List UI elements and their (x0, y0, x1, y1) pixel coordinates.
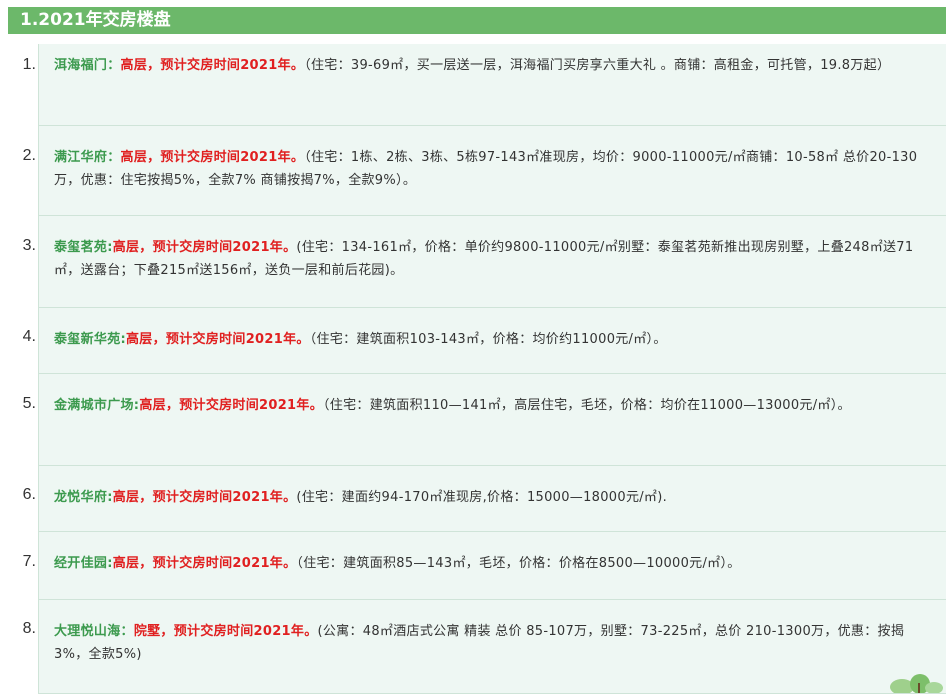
property-detail: （住宅：建筑面积103-143㎡，价格：均价约11000元/㎡）。 (309, 332, 667, 347)
property-name: 大理悦山海： (54, 624, 134, 639)
list-item: 泰玺新华苑:高层，预计交房时间2021年。（住宅：建筑面积103-143㎡，价格… (38, 308, 946, 374)
property-detail: (住宅：建面约94-170㎡准现房,价格：15000—18000元/㎡). (296, 490, 668, 505)
item-number: 5. (22, 395, 36, 412)
property-name: 泰玺茗苑: (54, 240, 113, 255)
item-text: 泰玺茗苑:高层，预计交房时间2021年。(住宅：134-161㎡，价格：单价约9… (54, 236, 932, 282)
item-text: 满江华府：高层，预计交房时间2021年。（住宅：1栋、2栋、3栋、5栋97-14… (54, 146, 932, 192)
delivery-info: 高层，预计交房时间2021年。 (120, 150, 305, 165)
property-name: 洱海福门： (54, 58, 121, 73)
property-name: 满江华府： (54, 150, 121, 165)
plant-decoration-icon (890, 674, 943, 693)
delivery-info: 高层，预计交房时间2021年。 (126, 332, 310, 347)
property-name: 经开佳园: (54, 556, 113, 571)
delivery-info: 高层，预计交房时间2021年。 (139, 398, 323, 413)
item-text: 经开佳园:高层，预计交房时间2021年。（住宅：建筑面积85—143㎡，毛坯，价… (54, 552, 932, 575)
item-text: 金满城市广场:高层，预计交房时间2021年。（住宅：建筑面积110—141㎡，高… (54, 394, 932, 417)
item-number: 3. (22, 237, 36, 254)
item-number: 1. (22, 56, 36, 73)
list-item: 满江华府：高层，预计交房时间2021年。（住宅：1栋、2栋、3栋、5栋97-14… (38, 126, 946, 216)
item-number: 8. (22, 620, 36, 637)
list-item: 大理悦山海：院墅，预计交房时间2021年。(公寓：48㎡酒店式公寓 精装 总价 … (38, 600, 946, 694)
property-list: 1. 洱海福门：高层，预计交房时间2021年。（住宅：39-69㎡，买一层送一层… (0, 34, 948, 694)
property-name: 龙悦华府: (54, 490, 113, 505)
list-item: 龙悦华府:高层，预计交房时间2021年。(住宅：建面约94-170㎡准现房,价格… (38, 466, 946, 532)
property-name: 泰玺新华苑: (54, 332, 126, 347)
item-text: 龙悦华府:高层，预计交房时间2021年。(住宅：建面约94-170㎡准现房,价格… (54, 486, 932, 509)
delivery-info: 高层，预计交房时间2021年。 (120, 58, 305, 73)
section-header: 1.2021年交房楼盘 (8, 7, 946, 34)
section-title: 1.2021年交房楼盘 (20, 10, 171, 30)
item-text: 泰玺新华苑:高层，预计交房时间2021年。（住宅：建筑面积103-143㎡，价格… (54, 328, 932, 351)
delivery-info: 院墅，预计交房时间2021年。 (133, 624, 318, 639)
list-item: 金满城市广场:高层，预计交房时间2021年。（住宅：建筑面积110—141㎡，高… (38, 374, 946, 466)
property-name: 金满城市广场: (54, 398, 140, 413)
item-number: 4. (22, 328, 36, 345)
item-text: 大理悦山海：院墅，预计交房时间2021年。(公寓：48㎡酒店式公寓 精装 总价 … (54, 620, 932, 666)
item-number: 2. (22, 147, 36, 164)
item-number: 7. (22, 553, 36, 570)
delivery-info: 高层，预计交房时间2021年。 (112, 490, 297, 505)
property-detail: （住宅：建筑面积110—141㎡，高层住宅，毛坯，价格：均价在11000—130… (323, 398, 851, 413)
delivery-info: 高层，预计交房时间2021年。 (112, 240, 297, 255)
list-item: 洱海福门：高层，预计交房时间2021年。（住宅：39-69㎡，买一层送一层，洱海… (38, 44, 946, 126)
property-detail: （住宅：建筑面积85—143㎡，毛坯，价格：价格在8500—10000元/㎡）。 (296, 556, 741, 571)
list-item: 泰玺茗苑:高层，预计交房时间2021年。(住宅：134-161㎡，价格：单价约9… (38, 216, 946, 308)
item-number: 6. (22, 486, 36, 503)
property-detail: （住宅：39-69㎡，买一层送一层，洱海福门买房享六重大礼 。商铺：高租金，可托… (304, 58, 891, 73)
item-text: 洱海福门：高层，预计交房时间2021年。（住宅：39-69㎡，买一层送一层，洱海… (54, 54, 932, 77)
delivery-info: 高层，预计交房时间2021年。 (112, 556, 297, 571)
list-item: 经开佳园:高层，预计交房时间2021年。（住宅：建筑面积85—143㎡，毛坯，价… (38, 532, 946, 600)
page: 1.2021年交房楼盘 1. 洱海福门：高层，预计交房时间2021年。（住宅：3… (0, 0, 948, 694)
